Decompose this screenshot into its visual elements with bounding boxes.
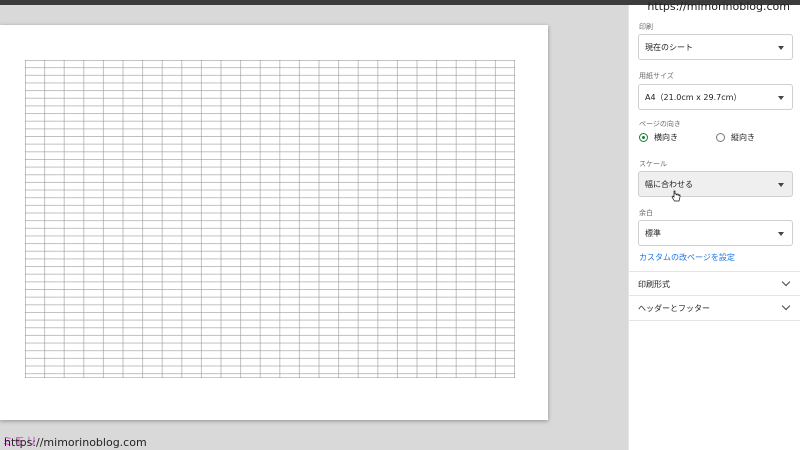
watermark-url-bottom: https://mimorinoblog.com [4,436,147,449]
watermark-url-top: https://mimorinoblog.com [647,0,790,13]
print-select-value: 現在のシート [645,43,693,52]
radio-selected-icon [639,133,648,142]
print-format-section[interactable]: 印刷形式 [629,271,800,296]
paper-size-label: 用紙サイズ [639,72,674,80]
orientation-landscape-radio[interactable]: 横向き [639,132,678,143]
scale-select[interactable]: 幅に合わせる [638,171,793,197]
paper-size-select[interactable]: A4（21.0cm x 29.7cm） [638,84,793,110]
margin-select[interactable]: 標準 [638,220,793,246]
margin-label: 余白 [639,209,653,217]
scale-value: 幅に合わせる [645,180,693,189]
hand-cursor-icon [671,190,681,202]
caret-down-icon [778,232,784,236]
preview-page [0,25,548,420]
orientation-landscape-label: 横向き [654,133,678,142]
scale-label: スケール [639,160,667,168]
paper-size-value: A4（21.0cm x 29.7cm） [645,93,742,102]
radio-unselected-icon [716,133,725,142]
chevron-down-icon [781,277,791,287]
custom-page-break-link[interactable]: カスタムの改ページを設定 [639,252,735,263]
header-footer-section[interactable]: ヘッダーとフッター [629,295,800,321]
print-settings-panel: 印刷 現在のシート 用紙サイズ A4（21.0cm x 29.7cm） ページの… [628,5,800,450]
print-label: 印刷 [639,23,653,31]
caret-down-icon [778,183,784,187]
spreadsheet-grid [25,60,515,378]
margin-value: 標準 [645,229,661,238]
print-preview-area [0,5,628,450]
header-footer-label: ヘッダーとフッター [638,304,710,313]
orientation-portrait-label: 縦向き [731,133,755,142]
caret-down-icon [778,46,784,50]
orientation-label: ページの向き [639,120,681,128]
print-format-label: 印刷形式 [638,280,670,289]
orientation-portrait-radio[interactable]: 縦向き [716,132,755,143]
chevron-down-icon [781,301,791,311]
caret-down-icon [778,96,784,100]
print-select[interactable]: 現在のシート [638,34,793,60]
